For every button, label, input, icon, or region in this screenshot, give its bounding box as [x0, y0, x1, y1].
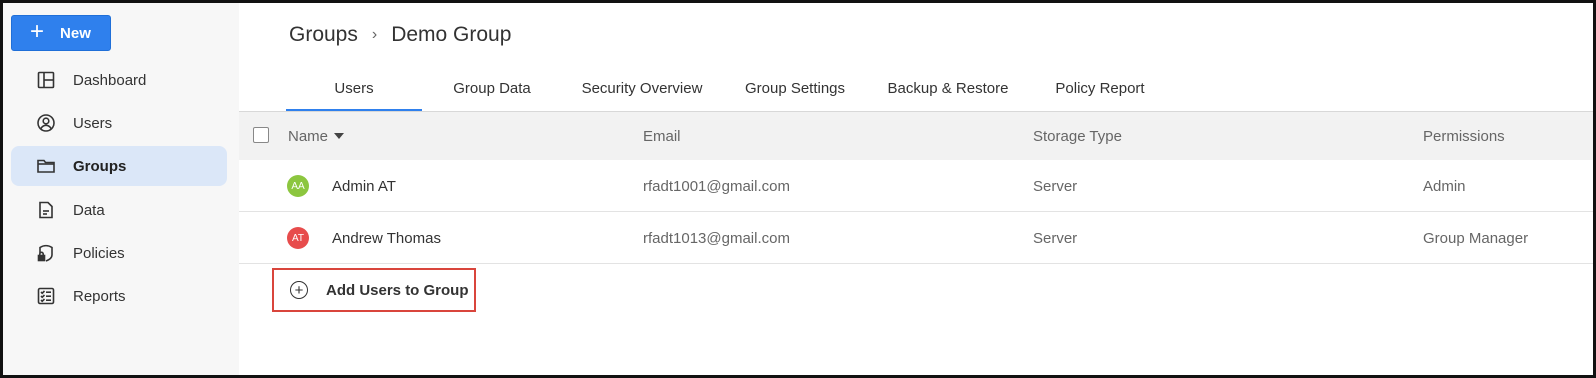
- sidebar: + New Dashboard Users Groups Data Polici…: [3, 3, 239, 375]
- column-header-permissions[interactable]: Permissions: [1423, 112, 1505, 160]
- document-icon: [35, 199, 57, 221]
- column-header-storage-type[interactable]: Storage Type: [1033, 112, 1122, 160]
- sidebar-item-label: Dashboard: [73, 71, 147, 89]
- sidebar-item-dashboard[interactable]: Dashboard: [11, 60, 227, 100]
- sidebar-item-reports[interactable]: Reports: [11, 276, 227, 316]
- column-header-email[interactable]: Email: [643, 112, 681, 160]
- add-circle-icon: +: [290, 281, 308, 299]
- table-row[interactable]: AA Admin AT rfadt1001@gmail.com Server A…: [239, 160, 1593, 212]
- sidebar-item-label: Data: [73, 201, 105, 219]
- column-header-name[interactable]: Name: [288, 112, 345, 160]
- column-header-name-label: Name: [288, 127, 329, 145]
- sidebar-item-label: Users: [73, 114, 113, 132]
- avatar: AA: [287, 175, 309, 197]
- tab-group-data[interactable]: Group Data: [422, 65, 562, 111]
- new-button[interactable]: + New: [11, 15, 111, 51]
- tab-security-overview[interactable]: Security Overview: [562, 65, 722, 111]
- sort-down-icon: [334, 133, 345, 139]
- table-row[interactable]: AT Andrew Thomas rfadt1013@gmail.com Ser…: [239, 212, 1593, 264]
- table-header: Name Email Storage Type Permissions: [239, 112, 1593, 160]
- user-email: rfadt1001@gmail.com: [643, 177, 790, 195]
- tab-bar: Users Group Data Security Overview Group…: [286, 65, 1172, 112]
- user-permissions: Admin: [1423, 177, 1466, 195]
- page-title: Demo Group: [391, 23, 512, 46]
- plus-icon: +: [30, 18, 45, 45]
- tab-group-settings[interactable]: Group Settings: [722, 65, 868, 111]
- user-email: rfadt1013@gmail.com: [643, 229, 790, 247]
- tab-users[interactable]: Users: [286, 65, 422, 112]
- tab-backup-restore[interactable]: Backup & Restore: [868, 65, 1028, 111]
- add-users-to-group-button[interactable]: + Add Users to Group: [272, 268, 476, 312]
- policy-lock-icon: [35, 242, 57, 264]
- sidebar-item-label: Policies: [73, 244, 125, 262]
- folder-icon: [35, 155, 57, 177]
- sidebar-item-groups[interactable]: Groups: [11, 146, 227, 186]
- dashboard-icon: [35, 69, 57, 91]
- sidebar-item-policies[interactable]: Policies: [11, 233, 227, 273]
- breadcrumb-root[interactable]: Groups: [289, 23, 358, 47]
- user-storage-type: Server: [1033, 229, 1078, 247]
- select-all-checkbox[interactable]: [253, 127, 269, 143]
- user-circle-icon: [35, 112, 57, 134]
- user-name: Admin AT: [332, 177, 396, 195]
- new-button-label: New: [60, 24, 91, 42]
- sidebar-item-users[interactable]: Users: [11, 103, 227, 143]
- user-storage-type: Server: [1033, 177, 1078, 195]
- user-name: Andrew Thomas: [332, 229, 441, 247]
- checklist-icon: [35, 285, 57, 307]
- add-users-label: Add Users to Group: [326, 281, 469, 299]
- sidebar-item-label: Reports: [73, 287, 126, 305]
- tab-policy-report[interactable]: Policy Report: [1028, 65, 1172, 111]
- chevron-right-icon: ›: [371, 26, 378, 43]
- user-permissions: Group Manager: [1423, 229, 1529, 247]
- breadcrumb: Groups › Demo Group: [289, 23, 511, 47]
- sidebar-item-data[interactable]: Data: [11, 190, 227, 230]
- app-window: + New Dashboard Users Groups Data Polici…: [0, 0, 1596, 378]
- sidebar-item-label: Groups: [73, 157, 127, 175]
- avatar: AT: [287, 227, 309, 249]
